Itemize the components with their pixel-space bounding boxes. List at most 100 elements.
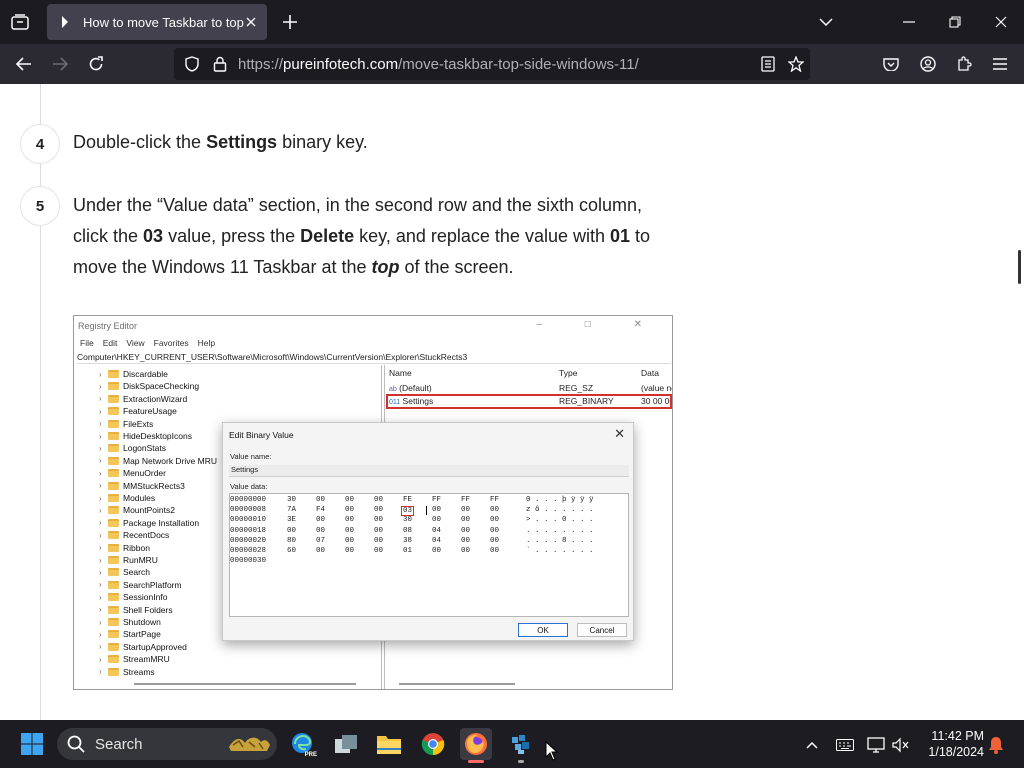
pocket-icon[interactable] bbox=[879, 52, 903, 76]
hex-byte: 00 bbox=[374, 506, 384, 515]
browser-titlebar: How to move Taskbar to top or side bbox=[0, 0, 1024, 44]
tree-chevron-icon: › bbox=[99, 654, 102, 664]
tree-item-label: Search bbox=[123, 567, 150, 578]
hex-byte: 00 bbox=[490, 526, 500, 535]
page-scrollbar[interactable] bbox=[1018, 250, 1021, 284]
step-5-l2g: to bbox=[630, 226, 651, 246]
folder-icon bbox=[108, 370, 119, 378]
registry-tree-item: › MountPoints2 bbox=[99, 504, 175, 516]
registry-editor-screenshot: Registry Editor – □ ✕ File Edit View Fav… bbox=[73, 315, 673, 690]
chevron-up-icon[interactable] bbox=[803, 736, 821, 754]
tree-chevron-icon: › bbox=[99, 406, 102, 416]
tree-chevron-icon: › bbox=[99, 468, 102, 478]
bookmark-star-icon[interactable] bbox=[784, 52, 808, 76]
notification-bell-icon[interactable] bbox=[987, 736, 1005, 754]
tree-item-label: StartPage bbox=[123, 629, 161, 640]
tree-chevron-icon: › bbox=[99, 530, 102, 540]
folder-icon bbox=[108, 531, 119, 540]
step-4-text: Double-click the Settings binary key. bbox=[73, 127, 673, 158]
steps-timeline bbox=[40, 84, 41, 720]
task-view-icon[interactable] bbox=[330, 728, 362, 760]
folder-icon bbox=[108, 444, 119, 453]
folder-icon bbox=[108, 642, 119, 651]
browser-tab[interactable]: How to move Taskbar to top or side bbox=[47, 4, 267, 40]
folder-icon bbox=[108, 618, 119, 626]
hex-address: 00000000 bbox=[230, 496, 267, 504]
registry-tree-item: › SearchPlatform bbox=[99, 579, 182, 591]
hex-byte: 30 bbox=[403, 516, 413, 525]
extensions-icon[interactable] bbox=[952, 52, 976, 76]
tab-overview-icon[interactable] bbox=[8, 10, 32, 34]
hex-ascii: > . . . 0 . . . bbox=[526, 516, 594, 525]
tree-item-label: MMStuckRects3 bbox=[123, 480, 185, 491]
step-5-l3b: top bbox=[371, 257, 400, 277]
registry-tree-item: › RecentDocs bbox=[99, 529, 169, 541]
folder-icon bbox=[108, 605, 119, 614]
hex-byte: 00 bbox=[345, 496, 355, 504]
volume-muted-icon[interactable] bbox=[892, 736, 910, 754]
keyboard-icon[interactable] bbox=[836, 736, 854, 754]
hex-byte: FF bbox=[461, 496, 471, 504]
hex-byte: 7A bbox=[287, 506, 297, 515]
hex-byte: 00 bbox=[490, 536, 500, 545]
hex-row: 00000010 3E 00 00 00 30 00 00 00 > . . . 0 . . . bbox=[230, 516, 628, 526]
step-number-5: 5 bbox=[20, 186, 60, 226]
tree-chevron-icon: › bbox=[99, 580, 102, 590]
file-explorer-icon[interactable] bbox=[373, 728, 405, 760]
registry-tree-item: › MMStuckRects3 bbox=[99, 480, 185, 492]
taskbar-clock[interactable]: 11:42 PM 1/18/2024 bbox=[912, 728, 984, 760]
taskbar-search[interactable]: Search bbox=[57, 728, 277, 760]
tree-chevron-icon: › bbox=[99, 629, 102, 639]
hex-byte: 00 bbox=[461, 547, 471, 555]
step-4-text-a: Double-click the bbox=[73, 132, 207, 152]
tree-chevron-icon: › bbox=[99, 543, 102, 553]
registry-tree-item: › FeatureUsage bbox=[99, 405, 177, 417]
menu-icon[interactable] bbox=[988, 52, 1012, 76]
minimize-icon[interactable] bbox=[897, 10, 921, 34]
address-bar[interactable]: https://pureinfotech.com/move-taskbar-to… bbox=[174, 48, 810, 80]
start-windows-icon[interactable] bbox=[16, 728, 48, 760]
registry-editor-taskbar-icon[interactable] bbox=[505, 728, 537, 763]
tree-item-label: Ribbon bbox=[123, 542, 150, 553]
folder-icon bbox=[108, 655, 119, 664]
search-label: Search bbox=[95, 735, 143, 753]
tree-item-label: StartupApproved bbox=[123, 641, 187, 652]
shield-icon[interactable] bbox=[180, 52, 204, 76]
close-window-icon[interactable] bbox=[989, 10, 1013, 34]
registry-tree-item: › Ribbon bbox=[99, 542, 150, 554]
chevron-down-icon[interactable] bbox=[814, 10, 838, 34]
firefox-icon[interactable] bbox=[460, 728, 492, 763]
hex-row: 00000008 7A F4 00 00 03 00 00 00 z ô . . . . . . bbox=[230, 506, 628, 517]
account-icon[interactable] bbox=[916, 52, 940, 76]
hex-byte: 00 bbox=[490, 547, 500, 555]
tree-item-label: Shutdown bbox=[123, 617, 161, 627]
tree-item-label: ExtractionWizard bbox=[123, 393, 188, 404]
hex-byte: 80 bbox=[287, 536, 297, 545]
page-content: 4 Double-click the Settings binary key. … bbox=[0, 84, 1024, 720]
reader-view-icon[interactable] bbox=[756, 52, 780, 76]
restore-icon[interactable] bbox=[943, 10, 967, 34]
hex-byte: 00 bbox=[374, 496, 384, 504]
url-text[interactable]: https://pureinfotech.com/move-taskbar-to… bbox=[238, 56, 639, 73]
step-4-text-b: Settings bbox=[206, 132, 278, 152]
lock-icon[interactable] bbox=[208, 52, 232, 76]
browser-navbar: https://pureinfotech.com/move-taskbar-to… bbox=[0, 44, 1024, 84]
tree-chevron-icon: › bbox=[99, 555, 102, 565]
regedit-menu-edit: Edit bbox=[102, 338, 118, 348]
folder-icon bbox=[108, 432, 119, 440]
reload-icon[interactable] bbox=[84, 52, 108, 76]
regedit-menu-view: View bbox=[126, 338, 145, 348]
step-5-l2b: 03 bbox=[143, 226, 164, 246]
dialog-ok-button: OK bbox=[518, 623, 568, 637]
chrome-icon[interactable] bbox=[417, 728, 449, 760]
forward-arrow-icon[interactable] bbox=[48, 52, 72, 76]
new-tab-icon[interactable] bbox=[278, 10, 302, 34]
registry-tree-item: › Shell Folders bbox=[99, 604, 173, 616]
folder-icon bbox=[108, 481, 119, 490]
hex-byte: 00 bbox=[432, 516, 442, 525]
close-tab-icon[interactable] bbox=[241, 12, 261, 32]
back-arrow-icon[interactable] bbox=[12, 52, 36, 76]
edge-dev-icon[interactable]: PRE bbox=[286, 728, 318, 760]
hex-byte: 00 bbox=[490, 516, 500, 525]
display-network-icon[interactable] bbox=[867, 736, 885, 754]
